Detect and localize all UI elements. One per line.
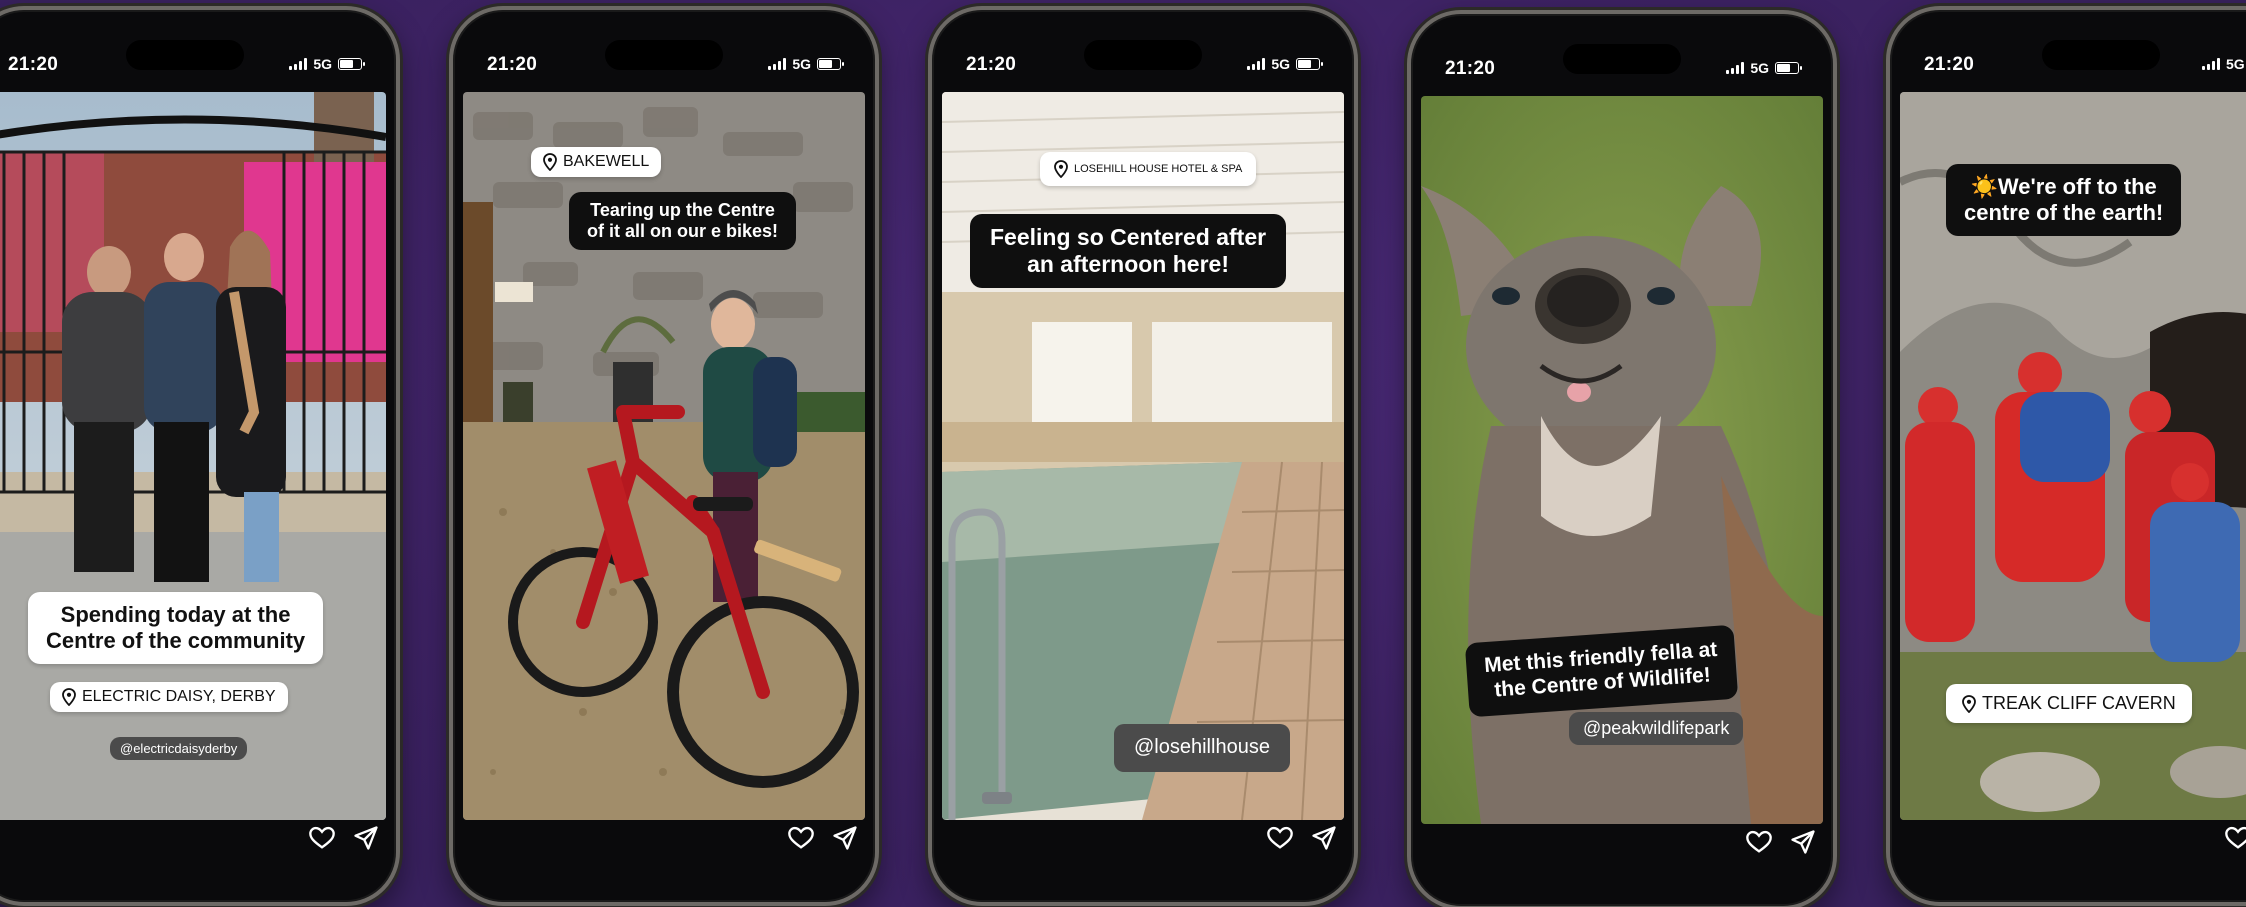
network-label: 5G: [1271, 56, 1290, 72]
caption-line-1: ☀️We're off to the: [1970, 174, 2157, 199]
location-label: BAKEWELL: [563, 153, 650, 170]
network-label: 5G: [1750, 60, 1769, 76]
stage: 21:20 5G Spending today at the Centre of…: [0, 0, 2246, 907]
heart-icon[interactable]: [1266, 824, 1294, 852]
dynamic-island: [1563, 44, 1681, 74]
caption-sticker: ☀️We're off to the centre of the earth!: [1946, 164, 2182, 236]
status-bar: 5G: [768, 56, 844, 72]
story-image-derby[interactable]: Spending today at the Centre of the comm…: [0, 92, 386, 820]
dynamic-island: [605, 40, 723, 70]
heart-icon[interactable]: [787, 824, 815, 852]
location-sticker[interactable]: LOSEHILL HOUSE HOTEL & SPA: [1040, 152, 1257, 186]
caption-line-1: Tearing up the Centre: [590, 200, 775, 220]
story-image-bakewell[interactable]: BAKEWELL Tearing up the Centre of it all…: [463, 92, 865, 820]
location-label: TREAK CLIFF CAVERN: [1982, 693, 2176, 713]
phone-derby: 21:20 5G Spending today at the Centre of…: [0, 6, 400, 906]
handle-mention[interactable]: @losehillhouse: [1114, 724, 1290, 772]
phone-losehill: 21:20 5G LOSEHILL HOUSE HOTEL & SPA Feel…: [928, 6, 1358, 906]
battery-icon: [1775, 62, 1802, 74]
caption-sticker: Tearing up the Centre of it all on our e…: [569, 192, 797, 251]
location-label: LOSEHILL HOUSE HOTEL & SPA: [1074, 163, 1243, 175]
story-image-wildlife[interactable]: Met this friendly fella at the Centre of…: [1421, 96, 1823, 824]
sun-emoji-icon: ☀️: [1970, 174, 1998, 199]
network-label: 5G: [792, 56, 811, 72]
signal-icon: [289, 58, 308, 70]
location-pin-icon: [543, 153, 557, 171]
phone-wildlife: 21:20 5G Met this friendly fella at the …: [1407, 10, 1837, 907]
status-time: 21:20: [8, 54, 59, 75]
phone-bakewell: 21:20 5G BAKEWELL Tearing up the Centre …: [449, 6, 879, 906]
send-icon[interactable]: [1789, 828, 1817, 856]
dynamic-island: [126, 40, 244, 70]
location-pin-icon: [1054, 160, 1068, 178]
caption-line-2: centre of the earth!: [1964, 199, 2164, 225]
handle-mention[interactable]: @electricdaisyderby: [110, 737, 248, 761]
caption-line-2: Centre of the community: [46, 627, 306, 653]
status-bar: 5G: [2202, 56, 2245, 72]
story-image-cavern[interactable]: ☀️We're off to the centre of the earth! …: [1900, 92, 2246, 820]
network-label: 5G: [313, 56, 332, 72]
heart-icon[interactable]: [2224, 824, 2246, 852]
network-label: 5G: [2226, 56, 2245, 72]
location-sticker[interactable]: TREAK CLIFF CAVERN: [1946, 684, 2192, 723]
status-time: 21:20: [487, 54, 538, 75]
dynamic-island: [1084, 40, 1202, 70]
battery-icon: [817, 58, 844, 70]
status-time: 21:20: [1924, 54, 1975, 75]
caption-line-1: Feeling so Centered after: [990, 224, 1267, 250]
battery-icon: [1296, 58, 1323, 70]
battery-icon: [338, 58, 365, 70]
signal-icon: [2202, 58, 2220, 70]
signal-icon: [1247, 58, 1266, 70]
caption-line-1: Spending today at the: [60, 602, 291, 627]
location-label: ELECTRIC DAISY, DERBY: [82, 688, 276, 705]
handle-mention[interactable]: @peakwildlifepark: [1569, 712, 1744, 746]
location-sticker[interactable]: ELECTRIC DAISY, DERBY: [50, 682, 288, 712]
caption-sticker: Spending today at the Centre of the comm…: [28, 592, 324, 664]
story-image-losehill[interactable]: LOSEHILL HOUSE HOTEL & SPA Feeling so Ce…: [942, 92, 1344, 820]
caption-line-2: an afternoon here!: [1027, 251, 1229, 278]
location-pin-icon: [62, 688, 76, 706]
caption-line-2: of it all on our e bikes!: [587, 221, 779, 242]
photo-indoor-pool: [942, 92, 1344, 820]
status-time: 21:20: [966, 54, 1017, 75]
caption-sticker: Feeling so Centered after an afternoon h…: [970, 214, 1287, 289]
location-sticker[interactable]: BAKEWELL: [531, 147, 662, 177]
status-bar: 5G: [289, 56, 365, 72]
heart-icon[interactable]: [308, 824, 336, 852]
send-icon[interactable]: [1310, 824, 1338, 852]
status-bar: 5G: [1247, 56, 1323, 72]
heart-icon[interactable]: [1745, 828, 1773, 856]
send-icon[interactable]: [352, 824, 380, 852]
send-icon[interactable]: [831, 824, 859, 852]
status-time: 21:20: [1445, 58, 1496, 79]
dynamic-island: [2042, 40, 2160, 70]
signal-icon: [768, 58, 787, 70]
status-bar: 5G: [1726, 60, 1802, 76]
phone-cavern: 21:20 5G ☀️We're off to the centre of th…: [1886, 6, 2246, 906]
signal-icon: [1726, 62, 1745, 74]
location-pin-icon: [1962, 694, 1976, 713]
